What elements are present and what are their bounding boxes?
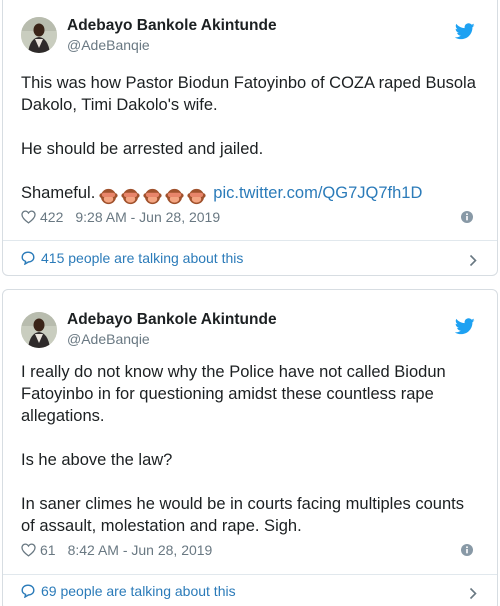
tweet-paragraph: He should be arrested and jailed.: [21, 140, 264, 158]
tweet-timestamp[interactable]: 9:28 AM - Jun 28, 2019: [75, 209, 220, 225]
tweet-paragraph: Is he above the law?: [21, 451, 173, 469]
see-no-evil-monkey-icon: [165, 189, 184, 205]
conversation-text[interactable]: 415 people are talking about this: [41, 250, 243, 266]
author-handle[interactable]: @AdeBanqie: [67, 37, 150, 53]
twitter-bird-icon[interactable]: [455, 318, 475, 335]
speech-bubble-icon: [21, 584, 35, 598]
tweet-meta: 422 9:28 AM - Jun 28, 2019: [21, 209, 473, 229]
tweet-paragraph: This was how Pastor Biodun Fatoyinbo of …: [21, 74, 476, 114]
tweet-meta: 61 8:42 AM - Jun 28, 2019: [21, 542, 473, 562]
tweet-card: Adebayo Bankole Akintunde @AdeBanqie I r…: [2, 289, 498, 606]
see-no-evil-monkey-icon: [143, 189, 162, 205]
closing-text: Shameful.: [21, 184, 96, 202]
divider: [3, 240, 497, 241]
author-handle[interactable]: @AdeBanqie: [67, 331, 150, 347]
speech-bubble-icon: [21, 251, 35, 265]
conversation-link[interactable]: 69 people are talking about this: [21, 583, 477, 605]
heart-outline-icon[interactable]: [21, 543, 36, 557]
tweet-header: Adebayo Bankole Akintunde @AdeBanqie: [21, 306, 497, 366]
tweet-paragraph: In saner climes he would be in courts fa…: [21, 495, 464, 535]
see-no-evil-monkey-icon: [187, 189, 206, 205]
divider: [3, 574, 497, 575]
tweet-text: This was how Pastor Biodun Fatoyinbo of …: [21, 72, 477, 207]
emoji-row: [99, 185, 209, 207]
like-count[interactable]: 422: [40, 209, 63, 225]
chevron-right-icon[interactable]: [469, 254, 477, 267]
tweet-header: Adebayo Bankole Akintunde @AdeBanqie: [21, 11, 497, 71]
info-icon[interactable]: [461, 211, 473, 223]
heart-outline-icon[interactable]: [21, 210, 36, 224]
avatar[interactable]: [21, 312, 57, 348]
tweet-card: Adebayo Bankole Akintunde @AdeBanqie Thi…: [2, 0, 498, 276]
tweet-text: I really do not know why the Police have…: [21, 361, 477, 537]
author-name[interactable]: Adebayo Bankole Akintunde: [67, 311, 277, 329]
author-name[interactable]: Adebayo Bankole Akintunde: [67, 17, 277, 35]
tweet-paragraph: Shameful. pic.twitter.com/QG7JQ7fh1D: [21, 182, 477, 207]
conversation-text[interactable]: 69 people are talking about this: [41, 583, 236, 599]
chevron-right-icon[interactable]: [469, 587, 477, 600]
info-icon[interactable]: [461, 544, 473, 556]
twitter-bird-icon[interactable]: [455, 23, 475, 40]
avatar[interactable]: [21, 17, 57, 53]
tweet-timestamp[interactable]: 8:42 AM - Jun 28, 2019: [68, 542, 213, 558]
see-no-evil-monkey-icon: [121, 189, 140, 205]
like-count[interactable]: 61: [40, 542, 56, 558]
tweet-media-link[interactable]: pic.twitter.com/QG7JQ7fh1D: [213, 184, 422, 202]
see-no-evil-monkey-icon: [99, 189, 118, 205]
tweet-paragraph: I really do not know why the Police have…: [21, 363, 446, 425]
conversation-link[interactable]: 415 people are talking about this: [21, 250, 477, 272]
